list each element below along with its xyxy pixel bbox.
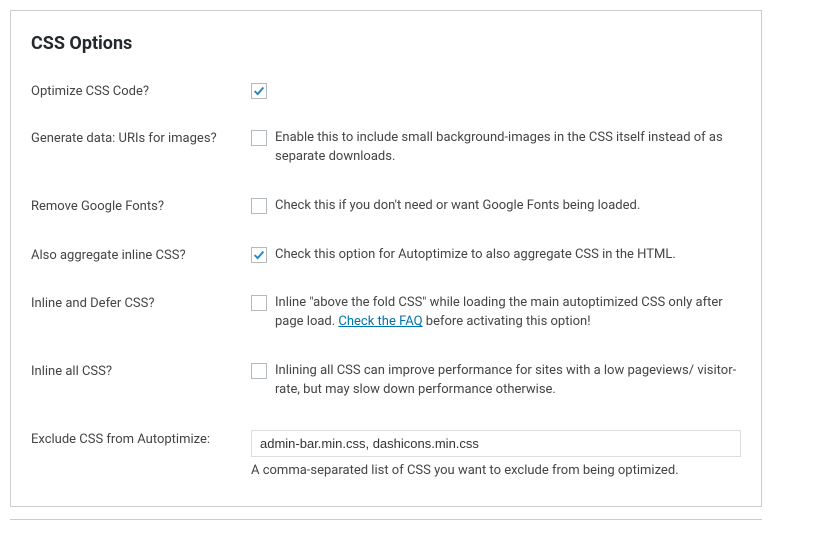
exclude-css-help: A comma-separated list of CSS you want t… [251, 463, 741, 478]
desc-inline-all: Inlining all CSS can improve performance… [275, 362, 741, 400]
checkmark-icon [252, 248, 266, 262]
exclude-css-input[interactable] [251, 430, 741, 457]
checkbox-aggregate-inline[interactable] [251, 247, 267, 263]
desc-inline-defer: Inline "above the fold CSS" while loadin… [275, 294, 741, 332]
label-inline-all: Inline all CSS? [31, 362, 251, 379]
label-remove-google-fonts: Remove Google Fonts? [31, 197, 251, 214]
row-inline-all: Inline all CSS? Inlining all CSS can imp… [31, 362, 741, 400]
checkbox-remove-google-fonts[interactable] [251, 198, 267, 214]
checkbox-inline-defer[interactable] [251, 295, 267, 311]
label-inline-defer: Inline and Defer CSS? [31, 294, 251, 311]
checkbox-optimize-css[interactable] [251, 83, 267, 99]
row-exclude-css: Exclude CSS from Autoptimize: A comma-se… [31, 430, 741, 478]
checkmark-icon [252, 84, 266, 98]
label-optimize-css: Optimize CSS Code? [31, 82, 251, 99]
desc-remove-google-fonts: Check this if you don't need or want Goo… [275, 197, 640, 216]
desc-aggregate-inline: Check this option for Autoptimize to als… [275, 246, 676, 265]
desc-data-uris: Enable this to include small background-… [275, 129, 741, 167]
css-options-panel: CSS Options Optimize CSS Code? Generate … [10, 10, 762, 507]
row-aggregate-inline: Also aggregate inline CSS? Check this op… [31, 246, 741, 265]
label-aggregate-inline: Also aggregate inline CSS? [31, 246, 251, 263]
checkbox-data-uris[interactable] [251, 130, 267, 146]
row-data-uris: Generate data: URIs for images? Enable t… [31, 129, 741, 167]
row-remove-google-fonts: Remove Google Fonts? Check this if you d… [31, 197, 741, 216]
row-inline-defer: Inline and Defer CSS? Inline "above the … [31, 294, 741, 332]
checkbox-inline-all[interactable] [251, 363, 267, 379]
check-faq-link[interactable]: Check the FAQ [338, 314, 422, 329]
panel-title: CSS Options [31, 33, 741, 54]
label-data-uris: Generate data: URIs for images? [31, 129, 251, 146]
divider [10, 519, 762, 520]
label-exclude-css: Exclude CSS from Autoptimize: [31, 430, 251, 447]
row-optimize-css: Optimize CSS Code? [31, 82, 741, 99]
